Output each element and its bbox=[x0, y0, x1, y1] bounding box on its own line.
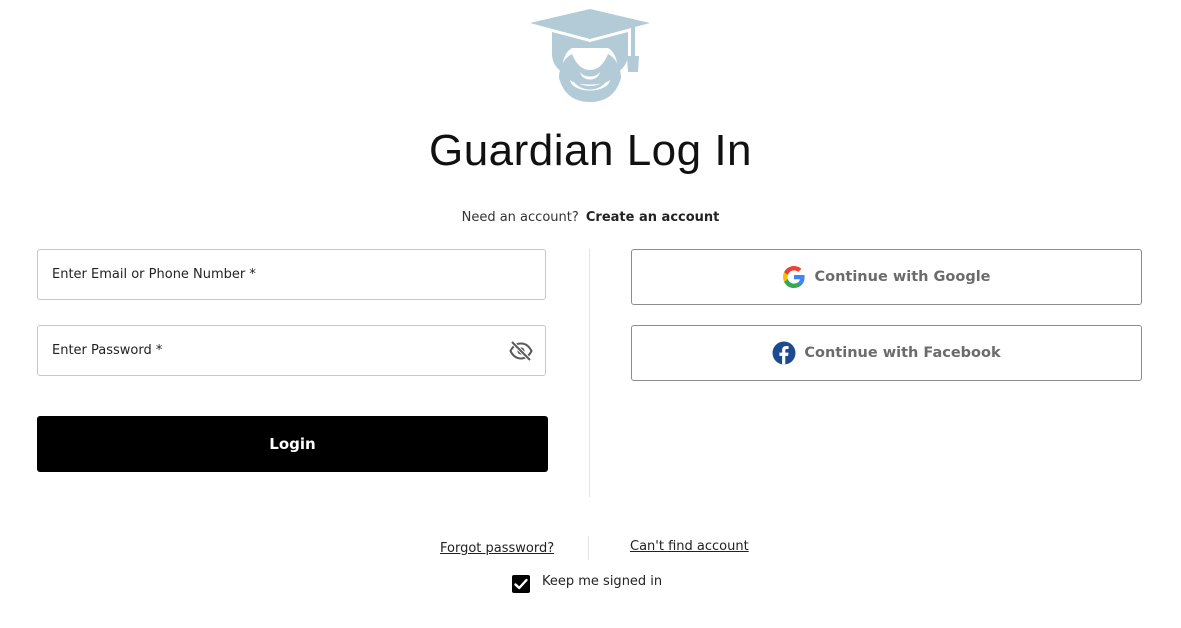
email-field[interactable] bbox=[37, 249, 546, 300]
google-icon bbox=[783, 266, 806, 288]
vertical-divider bbox=[589, 249, 590, 497]
email-input[interactable] bbox=[38, 250, 545, 299]
keep-signed-in-checkbox[interactable] bbox=[512, 575, 530, 593]
password-field[interactable] bbox=[37, 325, 546, 376]
google-login-button[interactable]: Continue with Google bbox=[631, 249, 1142, 305]
signup-prompt: Need an account? Create an account bbox=[0, 210, 1181, 225]
cant-find-account-link[interactable]: Can't find account bbox=[630, 539, 749, 554]
create-account-link[interactable]: Create an account bbox=[586, 210, 720, 225]
graduate-cap-icon bbox=[530, 9, 650, 102]
checkmark-icon bbox=[514, 578, 528, 590]
login-button[interactable]: Login bbox=[37, 416, 548, 472]
keep-signed-in-label: Keep me signed in bbox=[542, 574, 663, 589]
password-input[interactable] bbox=[38, 326, 545, 375]
facebook-login-button[interactable]: Continue with Facebook bbox=[631, 325, 1142, 381]
facebook-login-label: Continue with Facebook bbox=[804, 345, 1001, 361]
signup-prompt-text: Need an account? bbox=[461, 210, 579, 225]
facebook-icon bbox=[772, 341, 796, 365]
google-login-label: Continue with Google bbox=[814, 269, 991, 285]
footer-divider bbox=[588, 536, 589, 560]
eye-off-icon[interactable] bbox=[509, 339, 533, 363]
page-title: Guardian Log In bbox=[428, 126, 753, 175]
keep-signed-in[interactable]: Keep me signed in bbox=[512, 574, 662, 593]
forgot-password-link[interactable]: Forgot password? bbox=[440, 541, 554, 556]
login-page: Guardian Log In Need an account? Create … bbox=[0, 0, 1181, 628]
